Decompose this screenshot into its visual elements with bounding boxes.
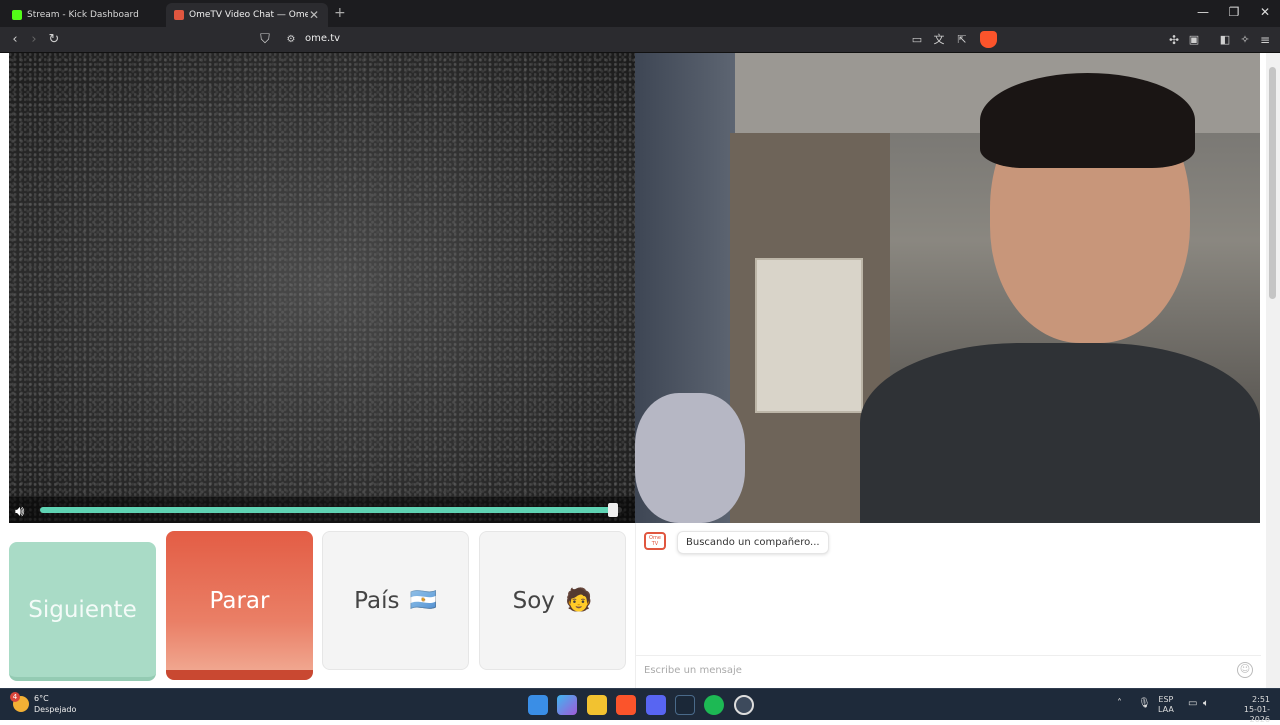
tab-kick-dashboard[interactable]: Stream - Kick Dashboard xyxy=(4,3,164,27)
page-scrollbar[interactable] xyxy=(1266,53,1280,688)
network-icon[interactable]: ▭ xyxy=(1188,698,1197,709)
kick-favicon-icon xyxy=(12,10,22,20)
site-info-icon[interactable]: ⚙ xyxy=(282,31,300,49)
gender-button[interactable]: Soy 🧑 xyxy=(479,531,626,670)
extensions-icon[interactable]: ✣ xyxy=(1165,31,1183,49)
tab-title: OmeTV Video Chat — Omeg xyxy=(189,10,308,20)
leo-ai-icon[interactable]: ✧ xyxy=(1236,31,1254,49)
chevron-up-icon[interactable]: ˄ xyxy=(1117,698,1122,709)
wallet-icon[interactable]: ▣ xyxy=(1185,31,1203,49)
weather-temp: 6°C xyxy=(34,694,49,703)
argentina-flag-icon: 🇦🇷 xyxy=(409,588,437,613)
status-message: Buscando un compañero... xyxy=(677,531,829,554)
copilot-icon[interactable] xyxy=(557,695,577,715)
volume-bar: 🔊︎ xyxy=(9,497,635,523)
clock-date: 15-01-2026 xyxy=(1243,705,1270,724)
stop-button[interactable]: Parar xyxy=(166,531,313,680)
cast-icon[interactable]: ▭ xyxy=(908,31,926,49)
country-button-label: País xyxy=(354,587,400,614)
chat-panel: Ome TV Buscando un compañero... Escribe … xyxy=(635,523,1261,688)
notification-badge: 4 xyxy=(10,692,20,702)
clock[interactable]: 2:51 15-01-2026 xyxy=(1224,695,1270,725)
ometv-favicon-icon xyxy=(174,10,184,20)
gender-button-label: Soy xyxy=(512,587,555,614)
weather-widget[interactable]: 4 6°C Despejado xyxy=(10,692,77,715)
room-pillow xyxy=(635,393,745,523)
translate-icon[interactable]: 文 xyxy=(930,31,948,49)
address-bar[interactable]: ome.tv xyxy=(305,33,340,44)
keyboard-layout: LAA xyxy=(1158,705,1174,714)
new-tab-button[interactable]: + xyxy=(334,5,346,21)
message-input[interactable]: Escribe un mensaje ☺ xyxy=(636,655,1261,688)
close-window-button[interactable]: ✕ xyxy=(1250,5,1280,19)
wanted-poster xyxy=(755,258,863,413)
spotify-icon[interactable] xyxy=(704,695,724,715)
sidebar-icon[interactable]: ◧ xyxy=(1216,31,1234,49)
tab-close-icon[interactable]: ✕ xyxy=(308,8,320,22)
volume-tray-icon[interactable]: 🔈︎ xyxy=(1203,698,1209,709)
windows-start-icon[interactable] xyxy=(528,695,548,715)
browser-tab-bar: Stream - Kick Dashboard OmeTV Video Chat… xyxy=(0,0,1280,27)
browser-toolbar: ‹ › ↻ ⛉ ⚙ ome.tv ▭ 文 ⇱ ✣ ▣ ◧ ✧ ≡ xyxy=(0,27,1280,53)
ometv-page: 🔊︎ Siguiente Parar País 🇦🇷 Soy 🧑 Ome TV … xyxy=(0,53,1280,688)
language-code: ESP xyxy=(1158,695,1174,704)
message-input-placeholder: Escribe un mensaje xyxy=(644,665,742,676)
person-hair xyxy=(980,73,1195,168)
volume-slider[interactable] xyxy=(40,503,622,517)
clock-time: 2:51 xyxy=(1252,695,1270,704)
next-button[interactable]: Siguiente xyxy=(9,542,156,681)
country-button[interactable]: País 🇦🇷 xyxy=(322,531,469,670)
chrome-icon[interactable] xyxy=(734,695,754,715)
volume-fill xyxy=(40,507,617,513)
share-icon[interactable]: ⇱ xyxy=(953,31,971,49)
windows-taskbar: 4 6°C Despejado ˄ 🎙︎ ESP LAA ▭ 🔈︎ 2:51 1… xyxy=(0,688,1280,724)
brave-icon[interactable] xyxy=(616,695,636,715)
forward-arrow-icon[interactable]: › xyxy=(25,31,43,49)
person-icon: 🧑 xyxy=(564,588,593,613)
tab-title: Stream - Kick Dashboard xyxy=(27,10,139,20)
menu-icon[interactable]: ≡ xyxy=(1256,31,1274,49)
weather-sun-icon: 4 xyxy=(10,692,29,712)
next-button-label: Siguiente xyxy=(28,596,137,623)
volume-knob[interactable] xyxy=(608,503,619,517)
input-language[interactable]: ESP LAA xyxy=(1158,695,1174,715)
restore-button[interactable]: ❐ xyxy=(1219,5,1249,19)
steam-icon[interactable] xyxy=(675,695,695,715)
microphone-icon[interactable]: 🎙︎ xyxy=(1138,698,1151,709)
own-camera-video xyxy=(9,53,635,523)
back-arrow-icon[interactable]: ‹ xyxy=(6,31,24,49)
ometv-logo-icon: Ome TV xyxy=(644,532,666,550)
brave-shields-icon[interactable] xyxy=(980,31,997,48)
reload-icon[interactable]: ↻ xyxy=(45,31,63,49)
person-body xyxy=(860,343,1260,523)
emoji-icon[interactable]: ☺ xyxy=(1237,662,1253,678)
stop-button-label: Parar xyxy=(209,587,270,614)
speaker-icon[interactable]: 🔊︎ xyxy=(15,502,24,520)
minimize-button[interactable]: — xyxy=(1188,5,1218,19)
tab-ometv[interactable]: OmeTV Video Chat — Omeg ✕ xyxy=(166,3,328,27)
weather-condition: Despejado xyxy=(34,705,77,714)
bookmark-icon[interactable]: ⛉ xyxy=(256,31,274,49)
partner-video xyxy=(635,53,1260,523)
file-explorer-icon[interactable] xyxy=(587,695,607,715)
discord-icon[interactable] xyxy=(646,695,666,715)
scrollbar-thumb[interactable] xyxy=(1269,67,1276,299)
